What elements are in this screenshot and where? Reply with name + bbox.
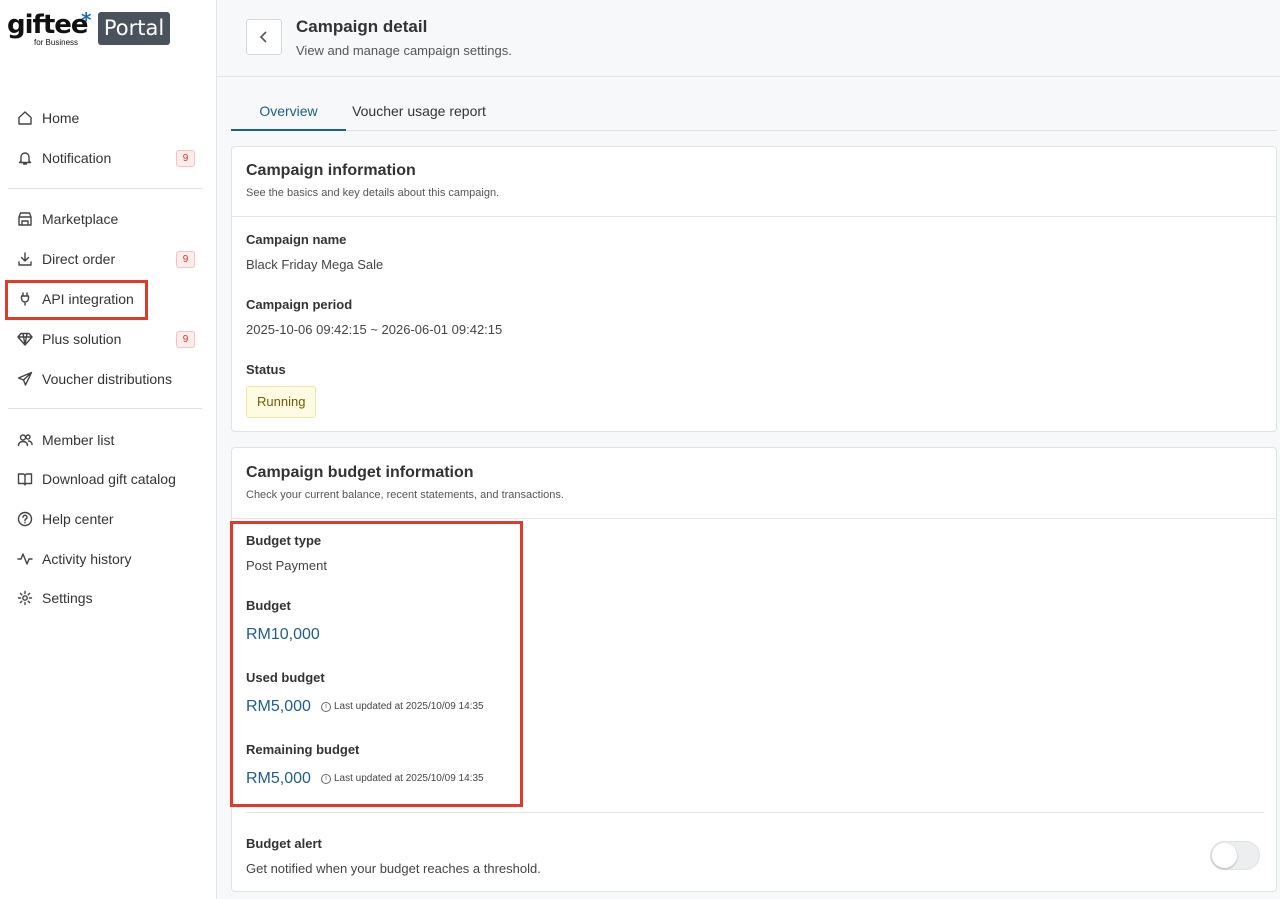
gear-icon bbox=[16, 589, 34, 607]
status-label: Status bbox=[246, 362, 286, 377]
sidebar-item-member-list[interactable]: Member list bbox=[8, 424, 202, 456]
campaign-period-label: Campaign period bbox=[246, 297, 353, 312]
sidebar-item-notification[interactable]: Notification 9 bbox=[8, 142, 202, 174]
card-title: Campaign information bbox=[246, 162, 416, 179]
chevron-left-icon bbox=[259, 31, 267, 43]
diamond-icon bbox=[16, 330, 34, 348]
sidebar-item-label: Marketplace bbox=[42, 211, 119, 227]
info-icon: i bbox=[321, 701, 331, 712]
sidebar-item-home[interactable]: Home bbox=[8, 102, 202, 134]
store-icon bbox=[16, 210, 34, 228]
sidebar-item-help-center[interactable]: Help center bbox=[8, 503, 202, 535]
budget-type-value: Post Payment bbox=[246, 558, 327, 573]
sidebar-item-label: Home bbox=[42, 110, 80, 126]
budget-type-label: Budget type bbox=[246, 533, 322, 548]
budget-label: Budget bbox=[246, 598, 291, 613]
card-description: See the basics and key details about thi… bbox=[246, 187, 500, 199]
page-header: Campaign detail View and manage campaign… bbox=[217, 0, 1280, 77]
sidebar-item-label: Settings bbox=[42, 590, 93, 606]
sidebar: giftee * for Business Portal Home Notifi… bbox=[0, 0, 217, 899]
direct-order-badge: 9 bbox=[176, 251, 195, 268]
toggle-knob bbox=[1212, 843, 1237, 868]
book-icon bbox=[16, 470, 34, 488]
sidebar-item-marketplace[interactable]: Marketplace bbox=[8, 203, 202, 235]
sidebar-item-voucher-distributions[interactable]: Voucher distributions bbox=[8, 363, 202, 395]
logo-star: * bbox=[81, 8, 92, 32]
plug-icon bbox=[16, 290, 34, 308]
sidebar-divider bbox=[8, 408, 202, 409]
sidebar-item-label: Activity history bbox=[42, 551, 132, 567]
info-icon: i bbox=[321, 773, 331, 784]
page-subtitle: View and manage campaign settings. bbox=[296, 43, 512, 58]
used-budget-label: Used budget bbox=[246, 670, 325, 685]
card-header: Campaign information See the basics and … bbox=[232, 147, 1276, 217]
sidebar-item-label: Plus solution bbox=[42, 331, 122, 347]
sidebar-item-label: Notification bbox=[42, 150, 112, 166]
main-content: Campaign detail View and manage campaign… bbox=[217, 0, 1280, 899]
logo-wordmark: giftee bbox=[7, 10, 89, 40]
remaining-budget-updated: i Last updated at 2025/10/09 14:35 bbox=[321, 773, 484, 784]
remaining-budget-label: Remaining budget bbox=[246, 742, 360, 757]
sidebar-item-label: Voucher distributions bbox=[42, 371, 172, 387]
campaign-name-label: Campaign name bbox=[246, 232, 347, 247]
activity-icon bbox=[16, 550, 34, 568]
tab-voucher-usage-report[interactable]: Voucher usage report bbox=[346, 93, 492, 131]
users-icon bbox=[16, 431, 34, 449]
bell-icon bbox=[16, 149, 34, 167]
card-description: Check your current balance, recent state… bbox=[246, 489, 564, 501]
campaign-budget-card: Campaign budget information Check your c… bbox=[231, 447, 1277, 892]
page-title: Campaign detail bbox=[296, 17, 428, 36]
budget-alert-toggle[interactable] bbox=[1210, 841, 1260, 870]
sidebar-item-download-gift-catalog[interactable]: Download gift catalog bbox=[8, 463, 202, 495]
sidebar-item-settings[interactable]: Settings bbox=[8, 582, 202, 614]
budget-value: RM10,000 bbox=[246, 626, 320, 643]
tab-bar: Overview Voucher usage report bbox=[231, 93, 1277, 131]
remaining-budget-value: RM5,000 bbox=[246, 770, 311, 787]
sidebar-item-label: API integration bbox=[42, 291, 134, 307]
tab-overview[interactable]: Overview bbox=[231, 93, 346, 131]
remaining-budget-updated-text: Last updated at 2025/10/09 14:35 bbox=[334, 773, 484, 784]
card-header: Campaign budget information Check your c… bbox=[232, 448, 1276, 519]
sidebar-item-api-integration[interactable]: API integration bbox=[8, 283, 202, 315]
sidebar-item-label: Member list bbox=[42, 432, 115, 448]
help-icon bbox=[16, 510, 34, 528]
sidebar-item-label: Help center bbox=[42, 511, 114, 527]
sidebar-item-label: Download gift catalog bbox=[42, 471, 176, 487]
logo-subtitle: for Business bbox=[34, 38, 79, 47]
budget-alert-description: Get notified when your budget reaches a … bbox=[246, 861, 541, 876]
plus-solution-badge: 9 bbox=[176, 331, 195, 348]
sidebar-item-direct-order[interactable]: Direct order 9 bbox=[8, 243, 202, 275]
used-budget-value: RM5,000 bbox=[246, 698, 311, 715]
sidebar-item-plus-solution[interactable]: Plus solution 9 bbox=[8, 323, 202, 355]
budget-alert-label: Budget alert bbox=[246, 836, 322, 851]
used-budget-updated: i Last updated at 2025/10/09 14:35 bbox=[321, 701, 484, 712]
send-icon bbox=[16, 370, 34, 388]
campaign-name-value: Black Friday Mega Sale bbox=[246, 257, 384, 272]
back-button[interactable] bbox=[246, 19, 282, 55]
sidebar-item-activity-history[interactable]: Activity history bbox=[8, 543, 202, 575]
used-budget-updated-text: Last updated at 2025/10/09 14:35 bbox=[334, 701, 484, 712]
status-badge: Running bbox=[246, 386, 317, 418]
download-icon bbox=[16, 250, 34, 268]
portal-badge: Portal bbox=[98, 12, 170, 45]
card-title: Campaign budget information bbox=[246, 464, 474, 481]
sidebar-item-label: Direct order bbox=[42, 251, 116, 267]
campaign-period-value: 2025-10-06 09:42:15 ~ 2026-06-01 09:42:1… bbox=[246, 322, 503, 337]
budget-divider bbox=[246, 812, 1264, 813]
notification-badge: 9 bbox=[176, 150, 195, 167]
home-icon bbox=[16, 109, 34, 127]
campaign-information-card: Campaign information See the basics and … bbox=[231, 146, 1277, 432]
sidebar-divider bbox=[8, 188, 202, 189]
